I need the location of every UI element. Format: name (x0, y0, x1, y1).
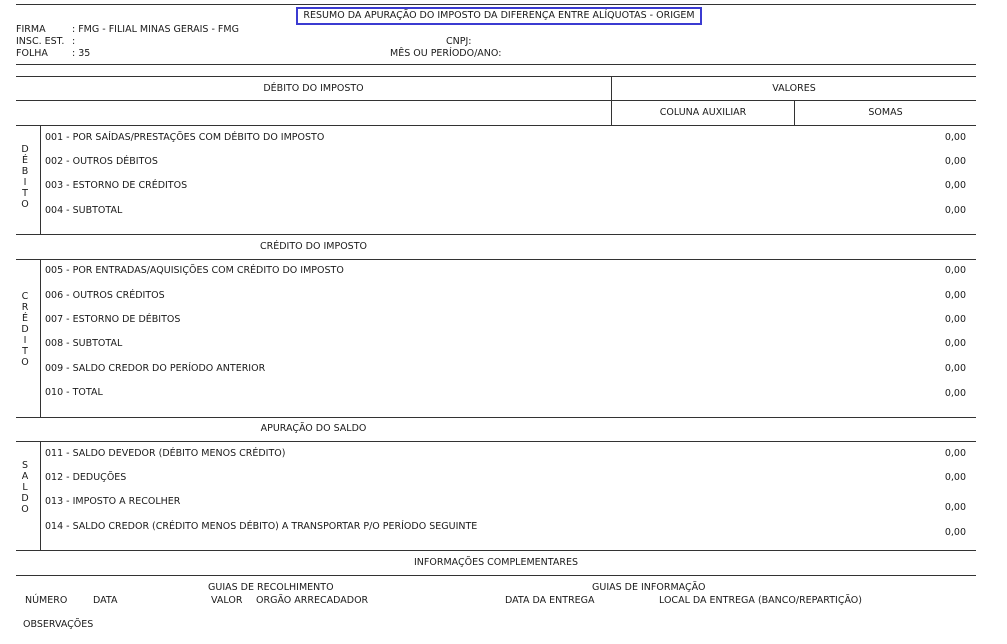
firma-value: : FMG - FILIAL MINAS GERAIS - FMG (72, 24, 239, 35)
row-008-label: 008 - SUBTOTAL (45, 338, 123, 349)
row-013-label: 013 - IMPOSTO A RECOLHER (45, 496, 181, 507)
row-002-label: 002 - OUTROS DÉBITOS (45, 156, 158, 167)
row-014-value: 0,00 (944, 527, 966, 538)
table-top-rule (16, 76, 976, 77)
insc-value: : (72, 36, 76, 47)
row-010-label: 010 - TOTAL (45, 387, 103, 398)
row-014-label: 014 - SALDO CREDOR (CRÉDITO MENOS DÉBITO… (45, 521, 478, 532)
numero-column: NÚMERO (25, 595, 68, 606)
row-004-label: 004 - SUBTOTAL (45, 205, 123, 216)
row-003-label: 003 - ESTORNO DE CRÉDITOS (45, 180, 188, 191)
complementares-heading: INFORMAÇÕES COMPLEMENTARES (414, 557, 578, 568)
row-010-value: 0,00 (944, 388, 966, 399)
local-entrega-column: LOCAL DA ENTREGA (BANCO/REPARTIÇÃO) (659, 595, 862, 606)
row-005-value: 0,00 (944, 265, 966, 276)
folha-label: FOLHA (16, 48, 48, 59)
row-012-value: 0,00 (944, 472, 966, 483)
insc-label: INSC. EST. (16, 36, 65, 47)
guias-informacao-heading: GUIAS DE INFORMAÇÃO (592, 582, 706, 593)
row-001-value: 0,00 (944, 132, 966, 143)
firma-label: FIRMA (16, 24, 46, 35)
credito-imposto-heading: CRÉDITO DO IMPOSTO (260, 241, 367, 252)
valor-column: VALOR (211, 595, 243, 606)
row-003-value: 0,00 (944, 180, 966, 191)
periodo-label: MÊS OU PERÍODO/ANO: (390, 48, 502, 59)
guias-recolhimento-heading: GUIAS DE RECOLHIMENTO (208, 582, 334, 593)
saldo-side-divider (40, 441, 41, 550)
valores-heading: VALORES (772, 83, 816, 94)
row-001-label: 001 - POR SAÍDAS/PRESTAÇÕES COM DÉBITO D… (45, 132, 325, 143)
head-bottom-rule (16, 125, 976, 126)
saldo-top-rule (16, 441, 976, 442)
folha-value: : 35 (72, 48, 91, 59)
row-007-label: 007 - ESTORNO DE DÉBITOS (45, 314, 181, 325)
debito-imposto-heading: DÉBITO DO IMPOSTO (263, 83, 364, 94)
row-009-value: 0,00 (944, 363, 966, 374)
row-012-label: 012 - DEDUÇÕES (45, 472, 127, 483)
credito-bottom-rule (16, 417, 976, 418)
credito-top-rule (16, 259, 976, 260)
row-009-label: 009 - SALDO CREDOR DO PERÍODO ANTERIOR (45, 363, 266, 374)
header-bottom-rule (16, 64, 976, 65)
row-011-value: 0,00 (944, 448, 966, 459)
orgao-column: ORGÃO ARRECADADOR (256, 595, 369, 606)
saldo-bottom-rule (16, 550, 976, 551)
debito-side-divider (40, 125, 41, 234)
top-rule (16, 4, 976, 5)
row-004-value: 0,00 (944, 205, 966, 216)
cnpj-label: CNPJ: (446, 36, 472, 47)
row-007-value: 0,00 (944, 314, 966, 325)
somas-heading: SOMAS (868, 107, 903, 118)
debito-bottom-rule (16, 234, 976, 235)
debito-side-label: DÉBITO (21, 144, 29, 210)
row-011-label: 011 - SALDO DEVEDOR (DÉBITO MENOS CRÉDIT… (45, 448, 286, 459)
row-006-value: 0,00 (944, 290, 966, 301)
row-008-value: 0,00 (944, 338, 966, 349)
row-005-label: 005 - POR ENTRADAS/AQUISIÇÕES COM CRÉDIT… (45, 265, 344, 276)
data-entrega-column: DATA DA ENTREGA (505, 595, 595, 606)
saldo-side-label: SALDO (21, 460, 29, 515)
apuracao-saldo-heading: APURAÇÃO DO SALDO (260, 423, 367, 434)
report-title: RESUMO DA APURAÇÃO DO IMPOSTO DA DIFEREN… (296, 7, 702, 25)
row-006-label: 006 - OUTROS CRÉDITOS (45, 290, 165, 301)
row-002-value: 0,00 (944, 156, 966, 167)
observacoes-label: OBSERVAÇÕES (23, 619, 94, 630)
coluna-auxiliar-heading: COLUNA AUXILIAR (659, 107, 747, 118)
data-column: DATA (93, 595, 118, 606)
row-013-value: 0,00 (944, 502, 966, 513)
complementares-rule (16, 575, 976, 576)
credito-side-divider (40, 259, 41, 417)
credito-side-label: CRÉDITO (21, 291, 29, 368)
head-mid-rule (16, 100, 976, 101)
